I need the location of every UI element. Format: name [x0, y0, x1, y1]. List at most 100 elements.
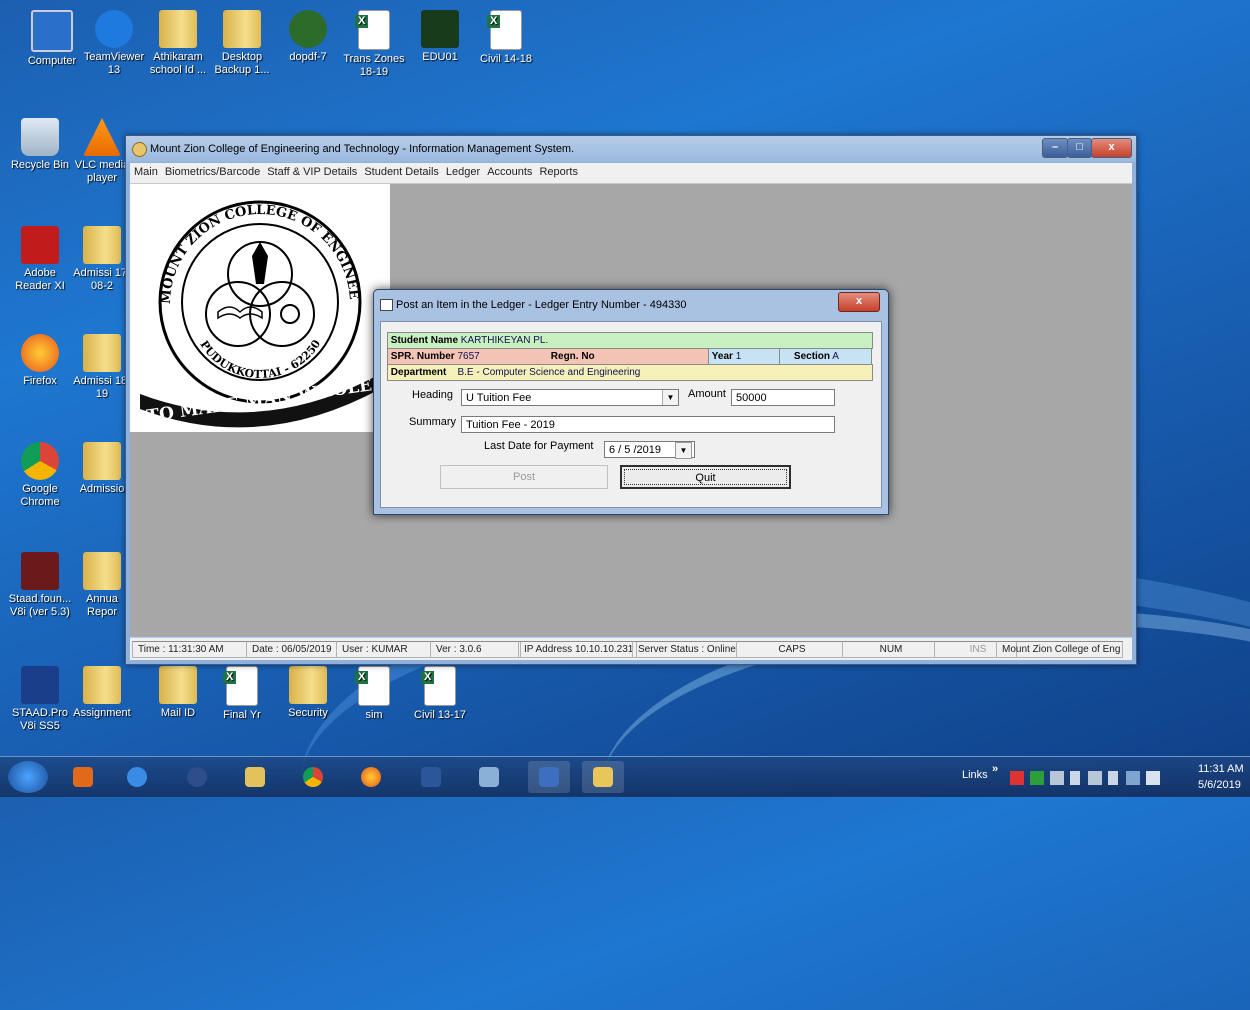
desktop-shortcut-label: TeamViewer 13	[83, 51, 145, 76]
dialog-title: Post an Item in the Ledger - Ledger Entr…	[396, 299, 687, 311]
tray-red-icon[interactable]	[1010, 771, 1024, 785]
folder-icon	[83, 334, 121, 372]
post-button[interactable]: Post	[440, 465, 608, 489]
start-button[interactable]	[8, 761, 48, 793]
desktop-shortcut[interactable]: Civil 13-17	[408, 666, 472, 722]
desktop-shortcut[interactable]: Desktop Backup 1...	[210, 10, 274, 77]
clock-date[interactable]: 5/6/2019	[1198, 779, 1241, 791]
taskbar-firefox[interactable]	[350, 761, 392, 793]
desktop-shortcut[interactable]: Security	[276, 666, 340, 720]
chart-app-icon	[421, 10, 459, 48]
status-server: Server Status : Online	[632, 641, 737, 658]
taskbar-ims[interactable]	[528, 761, 570, 793]
taskbar-chrome[interactable]	[292, 761, 334, 793]
ims-app-icon	[539, 767, 559, 787]
taskbar-ie[interactable]	[116, 761, 158, 793]
desktop-shortcut[interactable]: Computer	[20, 10, 84, 68]
desktop-shortcut[interactable]: Trans Zones 18-19	[342, 10, 406, 79]
year-label: Year	[711, 351, 733, 362]
taskbar-media-player[interactable]	[176, 761, 218, 793]
date-dropdown-icon[interactable]: ▼	[675, 442, 692, 459]
amount-input[interactable]: 50000	[731, 389, 835, 406]
summary-input[interactable]: Tuition Fee - 2019	[461, 416, 835, 433]
tray-tools-icon-2[interactable]	[1088, 771, 1102, 785]
desktop-shortcut[interactable]: Recycle Bin	[8, 118, 72, 172]
app-titlebar[interactable]: Mount Zion College of Engineering and Te…	[126, 136, 1136, 162]
quit-button[interactable]: Quit	[620, 465, 791, 489]
links-chevron-icon[interactable]: »	[992, 763, 998, 775]
word-icon	[421, 767, 441, 787]
section-value: A	[832, 351, 839, 362]
year-value: 1	[735, 351, 742, 362]
menu-biometrics[interactable]: Biometrics/Barcode	[161, 163, 263, 178]
vlc-icon	[83, 118, 121, 156]
menu-main[interactable]: Main	[130, 163, 161, 178]
desktop-shortcut-label: Google Chrome	[20, 483, 60, 508]
desktop-shortcut[interactable]: Mail ID	[146, 666, 210, 720]
taskbar-word[interactable]	[410, 761, 452, 793]
desktop-shortcut[interactable]: dopdf-7	[276, 10, 340, 64]
book-icon	[217, 306, 263, 320]
desktop-shortcut[interactable]: Assignment	[70, 666, 134, 720]
computer-icon	[31, 10, 73, 52]
menu-accounts[interactable]: Accounts	[483, 163, 535, 178]
dopdf-icon	[289, 10, 327, 48]
desktop-shortcut[interactable]: Civil 14-18	[474, 10, 538, 66]
menu-ledger[interactable]: Ledger	[442, 163, 483, 178]
desktop-shortcut[interactable]: Athikaram school Id ...	[146, 10, 210, 77]
folder-icon	[223, 10, 261, 48]
desktop-shortcut[interactable]: STAAD.Pro V8i SS5	[8, 666, 72, 733]
amount-label: Amount	[688, 388, 726, 400]
last-date-picker[interactable]: 6 / 5 /2019 ▼	[604, 441, 695, 459]
tray-tools-icon[interactable]	[1050, 771, 1064, 785]
chrome-icon	[21, 442, 59, 480]
network-icon[interactable]	[1126, 771, 1140, 785]
heading-select[interactable]: U Tuition Fee ▼	[461, 389, 679, 406]
folder-icon	[83, 442, 121, 480]
section-cell: Section A	[780, 348, 872, 365]
department-value: B.E - Computer Science and Engineering	[457, 367, 641, 378]
dialog-close-button[interactable]: x	[838, 292, 880, 312]
staad-foundation-icon	[21, 552, 59, 590]
menu-staff-vip[interactable]: Staff & VIP Details	[263, 163, 360, 178]
close-button[interactable]: x	[1091, 138, 1132, 158]
speaker-icon[interactable]	[1108, 771, 1118, 785]
department-label: Department	[390, 367, 447, 378]
desktop-shortcut[interactable]: Final Yr	[210, 666, 274, 722]
media-app-icon	[73, 767, 93, 787]
volume-icon[interactable]	[1070, 771, 1080, 785]
spr-cell: SPR. Number 7657	[387, 348, 549, 365]
action-center-flag-icon[interactable]	[1146, 771, 1160, 785]
menu-reports[interactable]: Reports	[535, 163, 581, 178]
tray-green-icon[interactable]	[1030, 771, 1044, 785]
taskbar-app-2[interactable]	[468, 761, 510, 793]
dialog-window-icon	[380, 299, 393, 311]
desktop-shortcut[interactable]: TeamViewer 13	[82, 10, 146, 77]
minimize-button[interactable]: –	[1042, 138, 1068, 158]
taskbar-app-3[interactable]	[582, 761, 624, 793]
desktop-shortcut-label: Security	[288, 707, 328, 719]
last-date-value: 6 / 5 /2019	[609, 444, 661, 456]
taskbar-explorer[interactable]	[234, 761, 276, 793]
chevron-down-icon[interactable]: ▼	[662, 390, 678, 405]
excel-icon	[355, 666, 390, 706]
desktop-shortcut[interactable]: EDU01	[408, 10, 472, 64]
maximize-button[interactable]: □	[1067, 138, 1092, 158]
clock-time[interactable]: 11:31 AM	[1198, 763, 1244, 775]
desktop-shortcut[interactable]: Google Chrome	[8, 442, 72, 509]
taskbar-app-1[interactable]	[62, 761, 104, 793]
links-toolbar[interactable]: Links	[962, 769, 988, 781]
menu-student-details[interactable]: Student Details	[360, 163, 442, 178]
last-date-label: Last Date for Payment	[484, 440, 594, 452]
folder-icon	[159, 10, 197, 48]
status-num: NUM	[842, 641, 935, 658]
status-user: User : KUMAR	[336, 641, 431, 658]
excel-icon	[487, 10, 522, 50]
desktop-shortcut[interactable]: Adobe Reader XI	[8, 226, 72, 293]
desktop-shortcut[interactable]: Staad.foun... V8i (ver 5.3)	[8, 552, 72, 619]
desktop-shortcut[interactable]: Firefox	[8, 334, 72, 388]
regn-label: Regn. No	[550, 351, 595, 362]
desktop-shortcut-label: Civil 13-17	[414, 709, 466, 721]
desktop-shortcut[interactable]: sim	[342, 666, 406, 722]
firefox-icon	[21, 334, 59, 372]
